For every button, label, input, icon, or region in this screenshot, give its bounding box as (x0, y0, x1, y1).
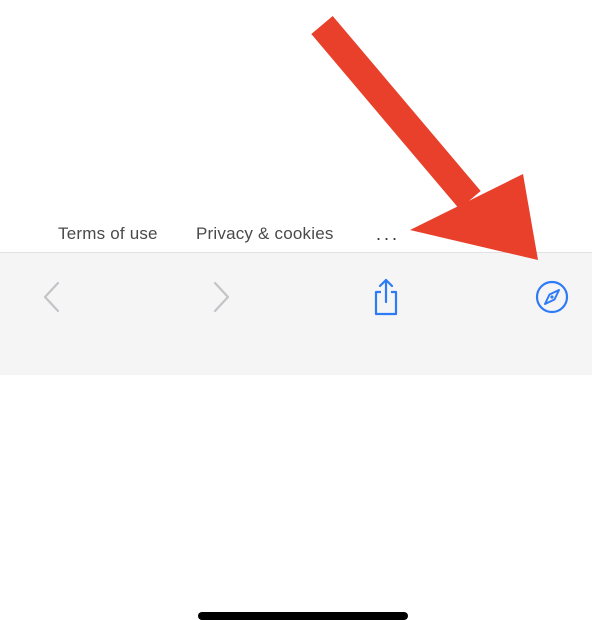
privacy-cookies-link[interactable]: Privacy & cookies (196, 222, 334, 246)
back-button[interactable] (30, 275, 74, 319)
forward-button[interactable] (199, 275, 243, 319)
home-indicator[interactable] (198, 612, 408, 620)
footer-links: Terms of use Privacy & cookies ... (0, 222, 592, 248)
chevron-left-icon (43, 281, 60, 313)
open-in-safari-button[interactable] (530, 275, 574, 319)
chevron-right-icon (213, 281, 230, 313)
more-links-button[interactable]: ... (376, 222, 400, 246)
share-icon (374, 278, 398, 316)
terms-of-use-link[interactable]: Terms of use (58, 222, 158, 246)
share-button[interactable] (364, 275, 408, 319)
compass-icon (535, 280, 569, 314)
web-page-content: Terms of use Privacy & cookies ... (0, 0, 592, 252)
browser-toolbar (0, 252, 592, 620)
